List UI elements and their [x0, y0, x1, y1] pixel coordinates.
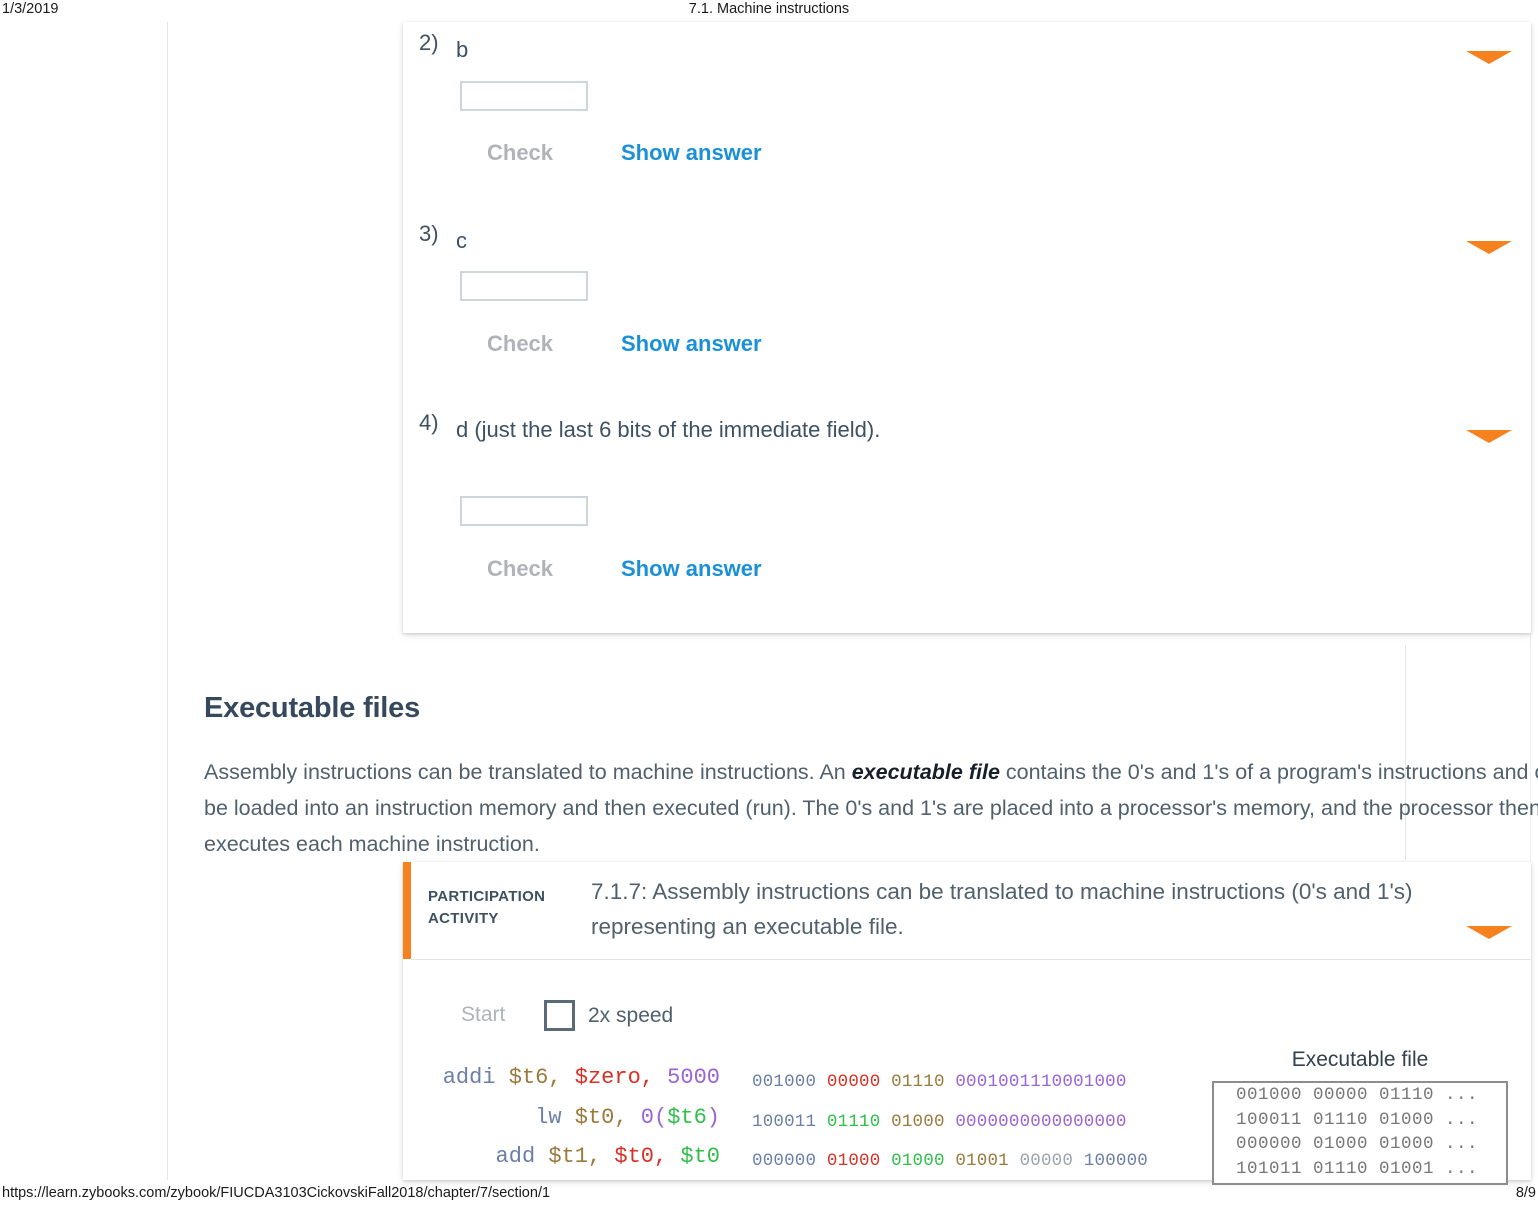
print-footer-url: https://learn.zybooks.com/zybook/FIUCDA3…	[2, 1185, 551, 1201]
answer-input-2[interactable]	[460, 81, 588, 111]
machine-code-field: 0000000000000000	[944, 1111, 1127, 1132]
assembly-operand: $zero,	[561, 1065, 654, 1090]
answer-input-4[interactable]	[460, 496, 588, 526]
activity-label-line-2: ACTIVITY	[428, 910, 499, 927]
question-set-card	[403, 22, 1531, 633]
check-button-2[interactable]: Check	[487, 140, 553, 166]
question-text: c	[456, 228, 467, 253]
check-button-3[interactable]: Check	[487, 331, 553, 357]
assembly-operand: $t1,	[548, 1144, 602, 1169]
section-heading: Executable files	[204, 692, 421, 725]
machine-code-field: 01000	[880, 1151, 945, 1171]
collapse-arrow-icon-4[interactable]	[1466, 430, 1512, 443]
start-button[interactable]: Start	[461, 1003, 505, 1027]
executable-file-box: 001000 00000 01110 ... 100011 01110 01000…	[1212, 1081, 1508, 1185]
answer-input-3[interactable]	[460, 271, 588, 301]
activity-accent-bar	[403, 862, 411, 959]
executable-file-title: Executable file	[1291, 1048, 1429, 1071]
executable-file-line: 100011 01110 01000 ...	[1236, 1109, 1479, 1130]
assembly-mnemonic: add	[495, 1144, 549, 1169]
machine-code-field: 01000	[880, 1111, 945, 1132]
question-number: 4)	[419, 410, 439, 435]
print-footer: https://learn.zybooks.com/zybook/FIUCDA3…	[0, 1180, 1538, 1210]
show-answer-button-3[interactable]: Show answer	[621, 331, 762, 357]
participation-activity-label: PARTICIPATION ACTIVITY	[428, 886, 568, 930]
paragraph-emphasis-term: executable file	[851, 759, 1000, 784]
show-answer-button-4[interactable]: Show answer	[621, 556, 762, 582]
machine-code-column: 001000 00000 01110 0001001110001000 10001…	[752, 1063, 1172, 1182]
speed-label: 2x speed	[588, 1004, 674, 1027]
question-text: b	[456, 37, 469, 62]
assembly-operand: $t0	[667, 1144, 720, 1169]
assembly-operand: 0	[627, 1104, 654, 1130]
print-footer-page-number: 8/9	[1515, 1185, 1536, 1201]
page-left-rail	[167, 22, 168, 1180]
assembly-operand: )	[706, 1104, 720, 1130]
assembly-operand: $t6,	[508, 1065, 562, 1090]
machine-code-field: 100011	[752, 1111, 817, 1132]
print-document-title: 7.1. Machine instructions	[688, 1, 850, 17]
activity-header-divider	[411, 959, 1531, 960]
machine-code-field: 001000	[752, 1072, 817, 1092]
assembly-operand: (	[653, 1104, 668, 1130]
assembly-line: add $t1, $t0, $t0	[430, 1137, 720, 1177]
machine-code-field: 000000	[752, 1151, 817, 1171]
assembly-operand: $t0,	[601, 1144, 668, 1169]
question-text: d (just the last 6 bits of the immediate…	[456, 417, 881, 442]
speed-checkbox[interactable]	[544, 1000, 575, 1031]
machine-code-line: 000000 01000 01000 01001 00000 100000	[752, 1142, 1172, 1182]
machine-code-line: 100011 01110 01000 0000000000000000	[752, 1103, 1172, 1143]
machine-code-field: 100000	[1073, 1151, 1149, 1171]
paragraph-part-1: Assembly instructions can be translated …	[204, 759, 852, 784]
machine-code-field: 00000	[816, 1072, 881, 1092]
executable-file-line: 000000 01000 01000 ...	[1236, 1134, 1479, 1154]
machine-code-field: 0001001110001000	[944, 1072, 1127, 1092]
assembly-mnemonic: addi	[442, 1065, 509, 1090]
assembly-operand: 5000	[653, 1065, 720, 1090]
assembly-operand: $t6	[667, 1104, 707, 1130]
collapse-arrow-icon-2[interactable]	[1466, 51, 1512, 64]
show-answer-button-2[interactable]: Show answer	[621, 140, 762, 166]
machine-code-line: 001000 00000 01110 0001001110001000	[752, 1063, 1172, 1103]
machine-code-field: 01000	[816, 1151, 881, 1171]
assembly-code-column: addi $t6, $zero, 5000 lw $t0, 0($t6) add $…	[430, 1058, 720, 1177]
activity-label-line-1: PARTICIPATION	[428, 888, 546, 905]
machine-code-field: 00000	[1008, 1151, 1074, 1171]
executable-file-line: 101011 01110 01001 ...	[1236, 1158, 1479, 1179]
collapse-arrow-icon-3[interactable]	[1466, 241, 1512, 254]
section-paragraph: Assembly instructions can be translated …	[204, 754, 1538, 862]
activity-title: 7.1.7: Assembly instructions can be tran…	[591, 879, 1413, 939]
question-number: 3)	[419, 221, 439, 246]
assembly-line: addi $t6, $zero, 5000	[430, 1058, 720, 1098]
machine-code-field: 01110	[880, 1072, 945, 1092]
print-header: 1/3/2019 7.1. Machine instructions	[0, 0, 1538, 22]
machine-code-field: 01001	[944, 1151, 1009, 1171]
executable-file-line: 001000 00000 01110 ...	[1236, 1085, 1479, 1105]
collapse-arrow-icon-activity[interactable]	[1466, 926, 1512, 939]
check-button-4[interactable]: Check	[487, 556, 553, 582]
assembly-mnemonic: lw	[535, 1104, 575, 1130]
question-number: 2)	[419, 30, 439, 55]
assembly-operand: $t0,	[574, 1104, 628, 1130]
assembly-line: lw $t0, 0($t6)	[430, 1098, 720, 1138]
machine-code-field: 01110	[816, 1111, 881, 1132]
